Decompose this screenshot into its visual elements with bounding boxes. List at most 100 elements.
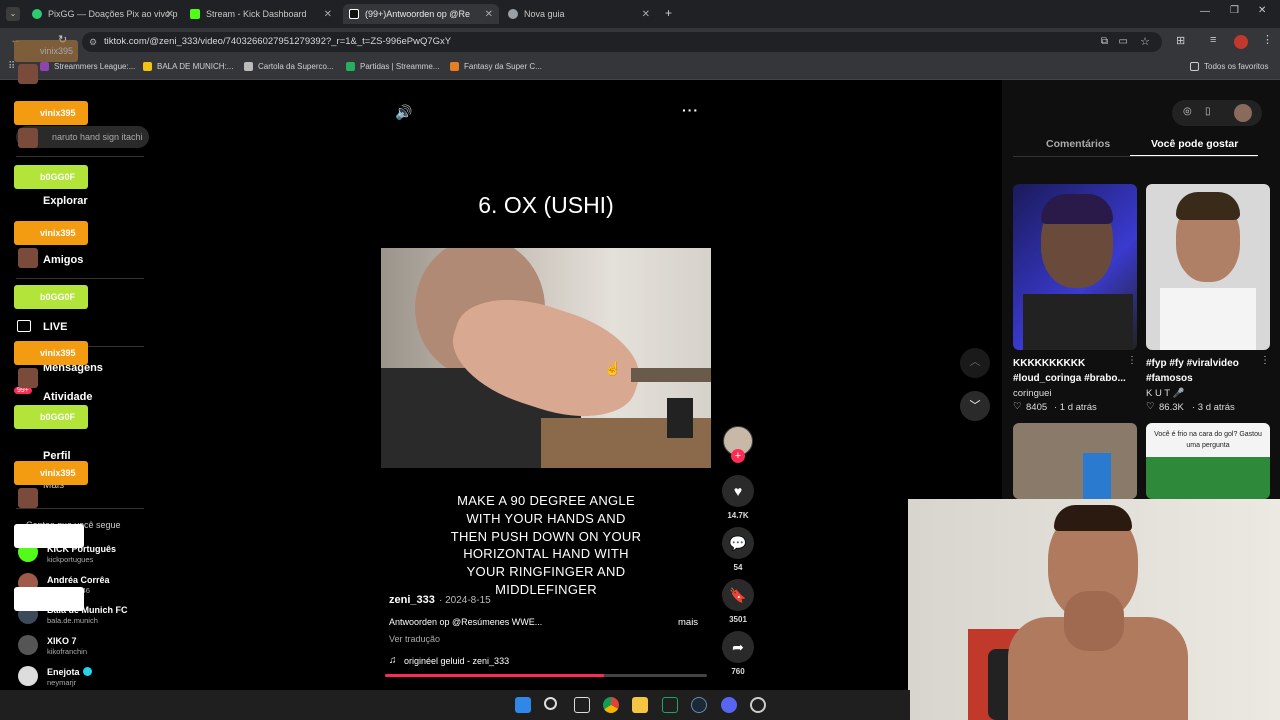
next-video-button[interactable]: ﹀	[960, 391, 990, 421]
bookmark-item[interactable]: BALA DE MUNICH:...	[143, 62, 233, 71]
menu-dots-icon[interactable]: ⋮	[1262, 33, 1273, 46]
comment-button[interactable]: 💬	[722, 527, 754, 559]
bookmarks-bar: ⠿ Streammers League:... BALA DE MUNICH:.…	[0, 56, 1280, 80]
nav-live[interactable]: LIVE	[43, 321, 67, 333]
recommendation-thumbnail[interactable]	[1013, 184, 1137, 350]
heart-outline-icon: ♡	[1146, 401, 1155, 412]
discord-icon[interactable]	[721, 697, 737, 713]
video-date: · 2024-8-15	[439, 595, 491, 606]
cast-icon[interactable]: ▭	[1119, 32, 1128, 52]
tiktok-favicon-icon	[349, 9, 359, 19]
tab-divider	[1013, 156, 1258, 157]
restore-icon[interactable]: ❐	[1230, 5, 1239, 16]
bookmark-star-icon[interactable]: ☆	[1140, 32, 1150, 52]
recommendation-author[interactable]: K U T 🎤	[1146, 388, 1184, 399]
chevron-down-icon: ﹀	[969, 400, 981, 412]
profile-avatar[interactable]	[1234, 35, 1248, 49]
tab-tiktok[interactable]: (99+)Antwoorden op @Re ✕	[343, 4, 499, 24]
close-icon[interactable]: ✕	[324, 9, 332, 20]
following-name[interactable]: Andréa Corrêa	[47, 575, 110, 585]
recommendation-thumbnail[interactable]	[1146, 184, 1270, 350]
minimize-icon[interactable]: —	[1200, 6, 1210, 17]
following-avatar[interactable]	[18, 635, 38, 655]
close-icon[interactable]: ✕	[642, 9, 650, 20]
recommendation-thumbnail[interactable]	[1013, 423, 1137, 499]
new-tab-plus-icon[interactable]: +	[665, 6, 672, 20]
bookmark-item[interactable]: Partidas | Streamme...	[346, 62, 439, 71]
cursor-hand-icon: ☝	[604, 360, 622, 376]
chat-badge-green: b0GG0F	[14, 405, 88, 429]
nav-explorar[interactable]: Explorar	[43, 195, 88, 207]
excel-icon[interactable]	[662, 697, 678, 713]
pixgg-favicon-icon	[32, 9, 42, 19]
recommendation-author[interactable]: coringuei	[1013, 388, 1052, 399]
bookmark-label: Streammers League:...	[54, 62, 136, 71]
save-count: 3501	[729, 615, 747, 624]
bookmark-item[interactable]: Streammers League:...	[40, 62, 135, 71]
chat-avatar	[18, 64, 38, 84]
video-frame[interactable]	[381, 248, 711, 468]
site-info-icon[interactable]: ⚙	[89, 32, 97, 52]
tab-pixgg[interactable]: PixGG — Doações Pix ao vivo p ✕	[26, 4, 180, 24]
task-view-icon[interactable]	[574, 697, 590, 713]
save-button[interactable]: 🔖	[722, 579, 754, 611]
like-button[interactable]: ♥	[722, 475, 754, 507]
browser-tab-bar: ⌄ PixGG — Doações Pix ao vivo p ✕ Stream…	[0, 0, 1280, 28]
tab-search-icon[interactable]: ⌄	[6, 7, 20, 21]
video-author[interactable]: zeni_333	[389, 594, 435, 606]
previous-video-button[interactable]: ︿	[960, 348, 990, 378]
bookmark-item[interactable]: Fantasy da Super C...	[450, 62, 542, 71]
file-explorer-icon[interactable]	[632, 697, 648, 713]
share-button[interactable]: ➦	[722, 631, 754, 663]
tab-voce-pode-gostar[interactable]: Você pode gostar	[1151, 138, 1238, 150]
translate-icon[interactable]: ⧉	[1101, 32, 1108, 52]
settings-gear-icon[interactable]	[750, 697, 766, 713]
all-bookmarks-folder[interactable]: Todos os favoritos	[1190, 62, 1268, 71]
close-icon[interactable]: ✕	[485, 9, 493, 20]
chat-badge-orange: vinix395	[14, 461, 88, 485]
bookmark-item[interactable]: Cartola da Superco...	[244, 62, 334, 71]
chevron-up-icon: ︿	[969, 356, 981, 368]
windows-start-icon[interactable]	[515, 697, 531, 713]
extensions-icon[interactable]: ⊞	[1176, 34, 1185, 47]
recommendation-caption[interactable]: #fyp #fy #viralvideo #famosos	[1146, 356, 1266, 386]
translate-link[interactable]: Ver tradução	[389, 634, 440, 644]
recommendation-thumbnail[interactable]: Você é frio na cara do gol? Gastou uma p…	[1146, 423, 1270, 499]
chat-avatar	[18, 488, 38, 508]
user-avatar[interactable]	[1234, 104, 1252, 122]
phone-icon[interactable]: ▯	[1205, 106, 1211, 117]
bookmark-icon: 🔖	[729, 586, 747, 603]
url-field[interactable]: ⚙ tiktok.com/@zeni_333/video/74032660279…	[82, 32, 1162, 52]
search-icon[interactable]	[544, 697, 557, 710]
following-name[interactable]: Enejota	[47, 667, 80, 677]
recommendation-caption[interactable]: KKKKKKKKKK #loud_coringa #brabo...	[1013, 356, 1133, 386]
follow-plus-icon[interactable]: +	[731, 449, 745, 463]
apps-grid-icon[interactable]: ⠿	[8, 61, 15, 72]
volume-icon[interactable]: 🔊	[395, 104, 412, 121]
sound-name[interactable]: originéel geluid - zeni_333	[404, 656, 509, 666]
media-icon[interactable]: ≡	[1210, 34, 1216, 46]
sidebar-divider	[16, 508, 144, 509]
tab-comentarios[interactable]: Comentários	[1046, 138, 1110, 150]
steam-icon[interactable]	[691, 697, 707, 713]
recommendation-likes: 86.3K	[1159, 402, 1184, 413]
mini-player-icon[interactable]: ◎	[1183, 106, 1192, 117]
close-window-icon[interactable]: ✕	[1258, 5, 1266, 16]
chrome-favicon-icon	[508, 9, 518, 19]
close-icon[interactable]: ✕	[166, 9, 174, 20]
nav-atividade[interactable]: Atividade	[43, 391, 93, 403]
card-menu-icon[interactable]: ⋮	[1127, 355, 1137, 366]
tab-kick[interactable]: Stream - Kick Dashboard ✕	[184, 4, 338, 24]
bookmark-favicon-icon	[143, 62, 152, 71]
nav-amigos[interactable]: Amigos	[43, 254, 83, 266]
recommendation-likes: 8405	[1026, 402, 1048, 413]
address-bar-row: ← ↻ ⚙ tiktok.com/@zeni_333/video/7403266…	[0, 28, 1280, 56]
following-name[interactable]: XIKO 7	[47, 636, 77, 646]
tab-new[interactable]: Nova guia ✕	[502, 4, 656, 24]
chrome-icon[interactable]	[603, 697, 619, 713]
card-menu-icon[interactable]: ⋮	[1260, 355, 1270, 366]
more-description-link[interactable]: mais	[678, 617, 698, 628]
following-avatar[interactable]	[18, 666, 38, 686]
progress-track[interactable]	[385, 674, 707, 677]
more-options-icon[interactable]: ···	[682, 102, 699, 118]
